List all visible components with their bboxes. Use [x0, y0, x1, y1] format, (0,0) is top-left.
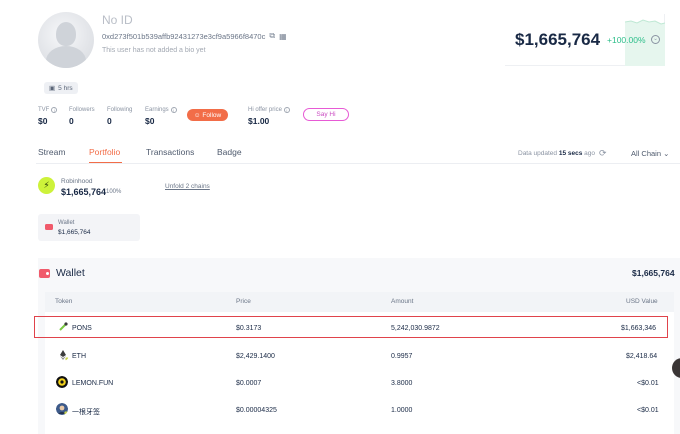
column-header-price: Price — [236, 298, 251, 305]
avatar[interactable] — [38, 12, 94, 68]
tab-stream[interactable]: Stream — [38, 147, 65, 157]
token-amount: 0.9957 — [391, 353, 413, 360]
stat-tvf: TVF i $0 — [38, 107, 58, 126]
user-icon: ☺ — [193, 111, 201, 119]
unfold-chains-link[interactable]: Unfold 2 chains — [165, 183, 210, 190]
eth-token-icon — [57, 349, 69, 361]
refresh-icon[interactable]: ⟳ — [599, 148, 607, 159]
stat-hi-offer-price: Hi offer price i $1.00 — [248, 107, 290, 126]
protocol-value: $1,665,764 — [61, 187, 107, 197]
column-header-token: Token — [55, 298, 73, 305]
wallet-section-total: $1,665,764 — [632, 268, 675, 278]
lemon-fun-token-icon — [56, 376, 68, 388]
info-icon[interactable]: i — [170, 107, 177, 113]
clock-icon: ▣ — [49, 85, 56, 92]
highlight-box — [34, 316, 668, 338]
follow-button[interactable]: ☺ Follow — [187, 109, 228, 121]
token-name: ETH — [72, 353, 86, 360]
token-price: $2,429.1400 — [236, 353, 275, 360]
tab-portfolio[interactable]: Portfolio — [89, 147, 120, 157]
profile-bio: This user has not added a bio yet — [102, 47, 206, 54]
token-price: $0.00004325 — [236, 407, 277, 414]
tab-badge[interactable]: Badge — [217, 147, 242, 157]
token-amount: 3.8000 — [391, 380, 413, 387]
robinhood-logo-icon: ⚡ — [38, 177, 55, 194]
table-row[interactable] — [45, 343, 674, 368]
token-price: $0.0007 — [236, 380, 262, 387]
token-usd-value: <$0.01 — [637, 407, 659, 414]
token-name: 一根牙签 — [72, 409, 100, 416]
stat-earnings: Earnings i $0 — [145, 107, 177, 126]
column-header-usd-value: USD Value — [626, 298, 658, 305]
chevron-down-icon[interactable]: ⌄ — [651, 35, 660, 44]
say-hi-button[interactable]: Say Hi — [303, 108, 349, 121]
net-worth-change: +100.00% — [607, 35, 646, 45]
tab-divider — [36, 163, 680, 164]
copy-icon[interactable]: ⧉ — [269, 31, 275, 41]
wallet-icon — [39, 269, 50, 278]
token-usd-value: <$0.01 — [637, 380, 659, 387]
info-icon[interactable]: i — [283, 107, 290, 113]
wallet-icon — [45, 224, 53, 230]
address-row: 0xd273f501b539affb92431273e3cf9a5966f847… — [102, 31, 287, 41]
stat-followers[interactable]: Followers 0 — [69, 107, 95, 126]
wallet-address: 0xd273f501b539affb92431273e3cf9a5966f847… — [102, 31, 266, 41]
table-header — [45, 292, 674, 312]
info-icon[interactable]: i — [51, 107, 58, 113]
token-name: LEMON.FUN — [72, 380, 114, 387]
profile-name: No ID — [102, 13, 133, 27]
token-amount: 1.0000 — [391, 407, 413, 414]
toothpick-token-icon — [56, 403, 68, 415]
table-row[interactable] — [45, 370, 674, 395]
column-header-amount: Amount — [391, 298, 414, 305]
protocol-name: Robinhood — [61, 178, 93, 185]
tab-transactions[interactable]: Transactions — [146, 147, 194, 157]
table-row[interactable] — [45, 397, 674, 422]
qr-code-icon[interactable]: ▦ — [279, 32, 287, 41]
protocol-percent: 100% — [106, 189, 122, 195]
data-updated-text: Data updated 15 secs ago — [518, 150, 596, 157]
token-usd-value: $2,418.64 — [626, 353, 658, 360]
account-age-badge: ▣ 5 hrs — [44, 82, 78, 94]
chevron-down-icon: ⌄ — [663, 149, 670, 158]
stat-following[interactable]: Following 0 — [107, 107, 132, 126]
chain-select[interactable]: All Chain ⌄ — [631, 149, 669, 158]
wallet-summary-card[interactable]: Wallet $1,665,764 — [38, 214, 140, 241]
wallet-section-title: Wallet — [56, 267, 85, 279]
net-worth-value: $1,665,764 — [515, 30, 601, 49]
